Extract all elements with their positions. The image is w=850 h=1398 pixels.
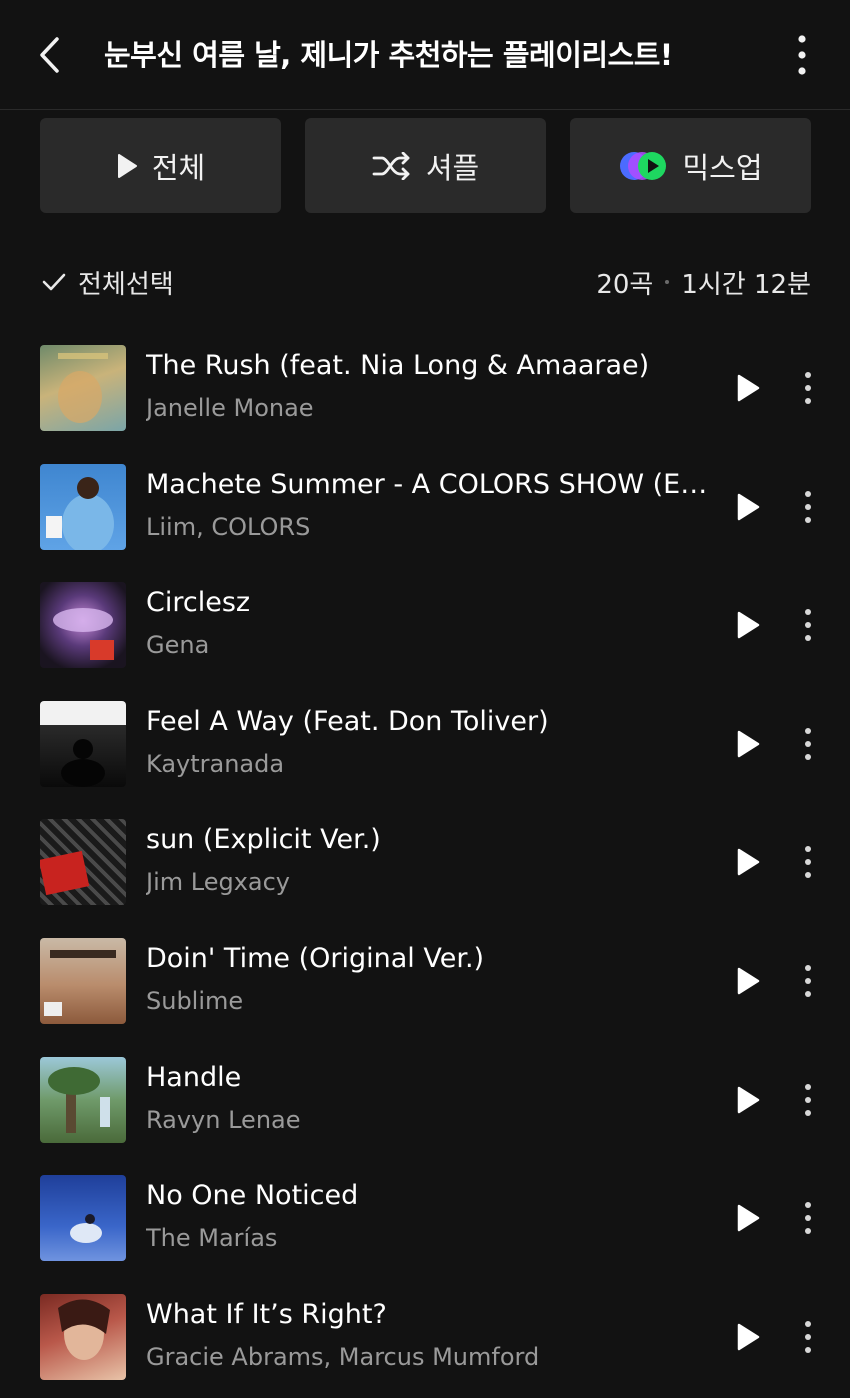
track-more-button[interactable]: [790, 842, 826, 882]
track-play-button[interactable]: [728, 842, 768, 882]
back-button[interactable]: [28, 30, 72, 80]
album-art: [40, 700, 126, 787]
track-artist: Gena: [146, 631, 210, 660]
track-more-button[interactable]: [790, 1317, 826, 1357]
track-row[interactable]: The Rush (feat. Nia Long & Amaarae) Jane…: [0, 328, 850, 447]
track-more-button[interactable]: [790, 1198, 826, 1238]
track-more-button[interactable]: [790, 961, 826, 1001]
track-play-button[interactable]: [728, 1198, 768, 1238]
album-art: [40, 1293, 126, 1380]
play-icon: [737, 1086, 760, 1113]
play-icon: [737, 1204, 760, 1232]
separator-dot: [665, 280, 670, 284]
album-art: [40, 1175, 126, 1262]
app-header: 눈부신 여름 날, 제니가 추천하는 플레이리스트!: [0, 0, 850, 110]
shuffle-icon: [372, 151, 412, 180]
track-play-button[interactable]: [728, 487, 768, 527]
play-icon: [737, 967, 760, 995]
track-artist: Ravyn Lenae: [146, 1105, 301, 1134]
play-icon: [737, 374, 760, 402]
track-title: Machete Summer - A COLORS SHOW (Explicit…: [146, 468, 711, 500]
track-list: The Rush (feat. Nia Long & Amaarae) Jane…: [0, 328, 850, 1395]
track-artist: Liim, COLORS: [146, 512, 311, 541]
track-title: sun (Explicit Ver.): [146, 824, 381, 856]
track-title: Feel A Way (Feat. Don Toliver): [146, 705, 549, 737]
play-icon: [737, 730, 760, 758]
album-art: [40, 463, 126, 550]
track-row[interactable]: sun (Explicit Ver.) Jim Legxacy: [0, 802, 850, 921]
more-vertical-icon: [805, 490, 811, 523]
track-title: No One Noticed: [146, 1180, 359, 1212]
shuffle-label: 셔플: [425, 150, 480, 185]
play-icon: [737, 493, 760, 520]
track-artist: Gracie Abrams, Marcus Mumford: [146, 1342, 540, 1371]
album-art: [40, 345, 126, 431]
track-artist: Kaytranada: [146, 749, 285, 778]
play-icon: [737, 849, 760, 876]
list-toolbar: 전체선택 20곡 1시간 12분: [40, 258, 811, 306]
track-more-button[interactable]: [790, 368, 826, 408]
track-row[interactable]: Feel A Way (Feat. Don Toliver) Kaytranad…: [0, 684, 850, 803]
more-vertical-icon: [805, 1320, 811, 1353]
select-all-label: 전체선택: [78, 269, 174, 300]
track-more-button[interactable]: [790, 605, 826, 645]
track-title: Circlesz: [146, 587, 251, 619]
total-duration: 1시간 12분: [681, 269, 811, 300]
track-play-button[interactable]: [728, 605, 768, 645]
chevron-left-icon: [40, 37, 59, 73]
track-play-button[interactable]: [728, 724, 768, 764]
track-artist: Janelle Monae: [146, 394, 314, 422]
track-row[interactable]: What If It’s Right? Gracie Abrams, Marcu…: [0, 1277, 850, 1396]
mixup-label: 믹스업: [682, 150, 763, 185]
play-icon: [737, 611, 760, 639]
more-vertical-icon: [805, 964, 811, 997]
album-art: [40, 937, 126, 1024]
track-play-button[interactable]: [728, 368, 768, 408]
track-title: The Rush (feat. Nia Long & Amaarae): [146, 350, 650, 381]
play-icon: [116, 153, 138, 179]
track-title: Doin' Time (Original Ver.): [146, 942, 485, 974]
track-row[interactable]: Circlesz Gena: [0, 565, 850, 684]
track-play-button[interactable]: [728, 961, 768, 1001]
album-art: [40, 582, 126, 669]
track-row[interactable]: Machete Summer - A COLORS SHOW (Explicit…: [0, 447, 850, 566]
play-all-button[interactable]: 전체: [40, 118, 281, 213]
track-artist: The Marías: [146, 1224, 278, 1253]
track-count: 20곡: [596, 269, 654, 300]
track-row[interactable]: Handle Ravyn Lenae: [0, 1040, 850, 1159]
more-vertical-icon: [805, 1083, 811, 1116]
track-artist: Jim Legxacy: [146, 868, 291, 897]
more-vertical-icon: [805, 372, 811, 404]
track-play-button[interactable]: [728, 1080, 768, 1120]
track-row[interactable]: No One Noticed The Marías: [0, 1158, 850, 1277]
play-icon: [737, 1323, 760, 1350]
track-more-button[interactable]: [790, 487, 826, 527]
select-all-toggle[interactable]: 전체선택: [40, 264, 174, 301]
more-vertical-icon: [798, 35, 806, 75]
album-art: [40, 819, 126, 906]
track-title: Handle: [146, 1061, 242, 1093]
more-vertical-icon: [805, 846, 811, 879]
more-options-button[interactable]: [780, 30, 824, 80]
playlist-meta: 20곡 1시간 12분: [596, 264, 811, 301]
action-bar: 전체 셔플 믹스업: [40, 118, 811, 213]
play-all-label: 전체: [151, 150, 206, 185]
track-more-button[interactable]: [790, 724, 826, 764]
page-title: 눈부신 여름 날, 제니가 추천하는 플레이리스트!: [104, 38, 673, 72]
more-vertical-icon: [805, 1202, 811, 1235]
check-icon: [42, 273, 66, 291]
album-art: [40, 1056, 126, 1143]
track-artist: Sublime: [146, 986, 244, 1015]
track-play-button[interactable]: [728, 1317, 768, 1357]
track-title: What If It’s Right?: [146, 1298, 387, 1330]
track-row[interactable]: Doin' Time (Original Ver.) Sublime: [0, 921, 850, 1040]
track-more-button[interactable]: [790, 1080, 826, 1120]
shuffle-button[interactable]: 셔플: [305, 118, 546, 213]
mixup-icon: [618, 150, 668, 182]
more-vertical-icon: [805, 609, 811, 642]
mixup-button[interactable]: 믹스업: [570, 118, 811, 213]
more-vertical-icon: [805, 727, 811, 760]
